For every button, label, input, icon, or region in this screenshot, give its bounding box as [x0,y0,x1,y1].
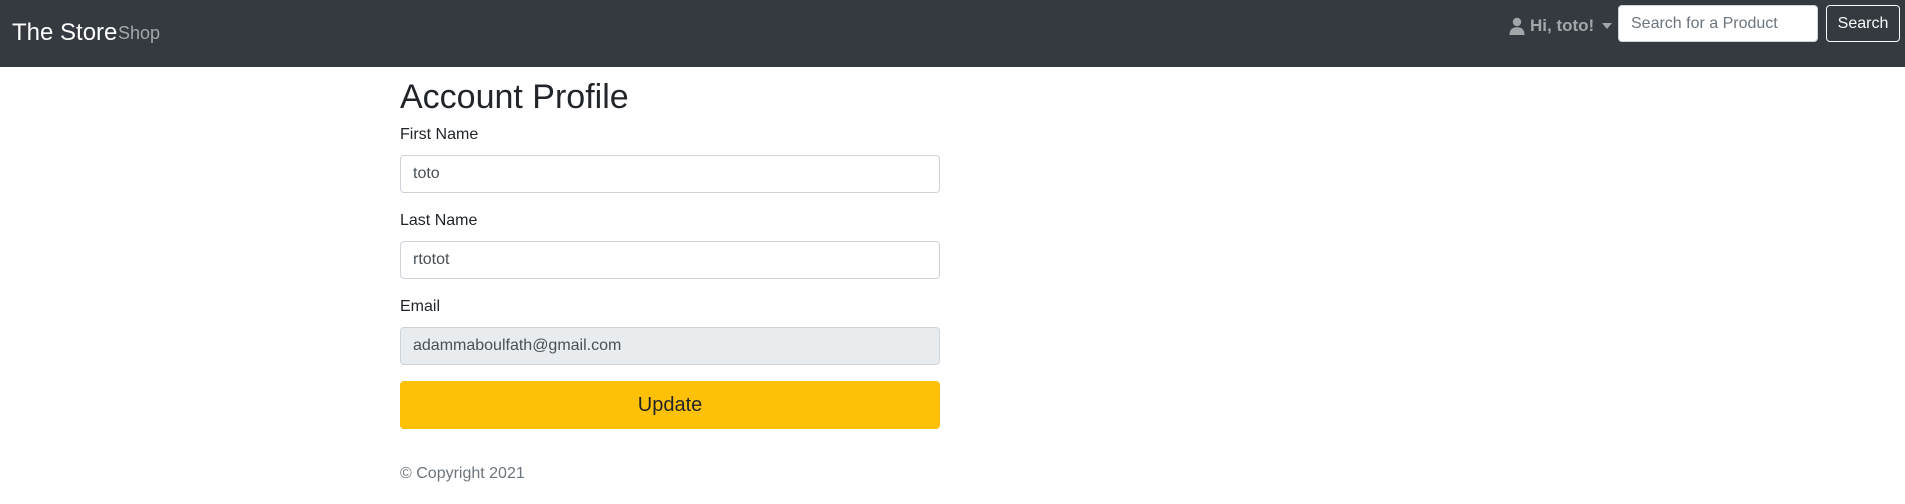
last-name-field[interactable] [400,241,940,279]
brand-link[interactable]: The Store [12,18,117,48]
user-icon [1509,17,1525,35]
user-greeting: Hi, toto! [1530,16,1595,35]
update-button[interactable]: Update [400,381,940,429]
page-title: Account Profile [400,78,629,116]
chevron-down-icon [1602,23,1613,29]
nav-link-shop[interactable]: Shop [118,21,160,45]
user-dropdown[interactable]: Hi, toto! [1509,14,1613,38]
footer-copyright: © Copyright 2021 [400,465,525,482]
email-label: Email [400,298,441,315]
search-input[interactable] [1618,5,1818,42]
search-button[interactable]: Search [1826,5,1900,42]
email-field [400,327,940,365]
last-name-label: Last Name [400,212,478,229]
navbar: The Store Shop Hi, toto! Search [0,0,1905,67]
first-name-field[interactable] [400,155,940,193]
first-name-label: First Name [400,126,479,143]
